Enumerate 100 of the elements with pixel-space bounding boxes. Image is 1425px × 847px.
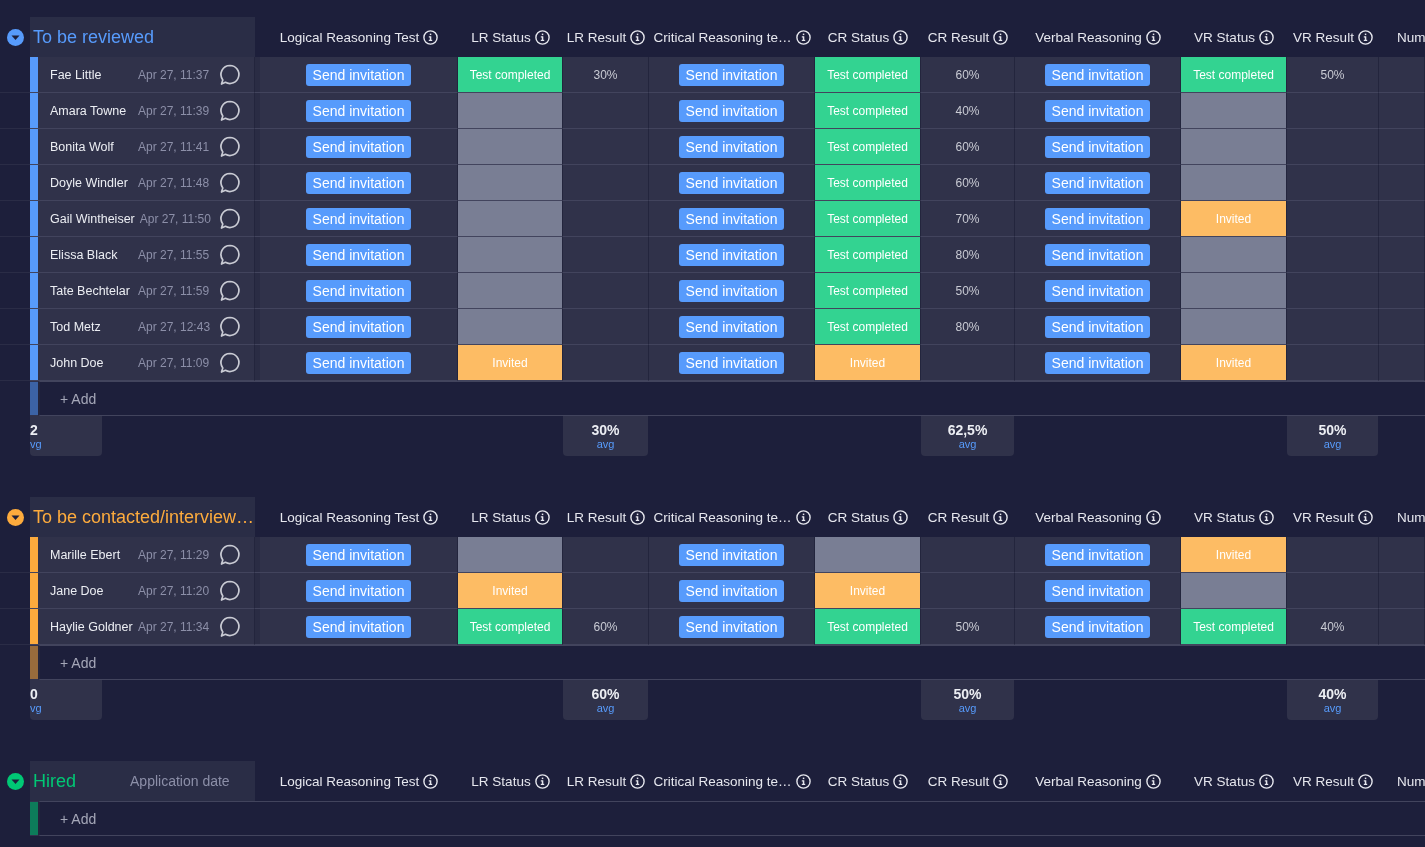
info-icon[interactable] [1357, 773, 1373, 789]
item-name[interactable]: Bonita Wolf [50, 139, 133, 154]
send-invitation-button[interactable]: Send invitation [678, 243, 785, 266]
add-item-link[interactable]: + Add [60, 390, 97, 407]
info-icon[interactable] [893, 29, 909, 45]
send-invitation-button[interactable]: Send invitation [678, 99, 785, 122]
comment-icon[interactable] [218, 206, 242, 231]
item-name[interactable]: Fae Little [50, 67, 133, 82]
info-icon[interactable] [993, 29, 1009, 45]
comment-icon[interactable] [218, 170, 242, 195]
send-invitation-button[interactable]: Send invitation [1044, 543, 1151, 566]
send-invitation-button[interactable]: Send invitation [1044, 615, 1151, 638]
info-icon[interactable] [893, 773, 909, 789]
info-icon[interactable] [534, 509, 550, 525]
item-name[interactable]: Tate Bechtelar [50, 283, 133, 298]
send-invitation-button[interactable]: Send invitation [678, 351, 785, 374]
add-item-link[interactable]: + Add [60, 810, 97, 827]
group-title[interactable]: To be reviewed [33, 26, 155, 48]
send-invitation-button[interactable]: Send invitation [1044, 99, 1151, 122]
send-invitation-button[interactable]: Send invitation [1044, 135, 1151, 158]
comment-icon[interactable] [218, 314, 242, 339]
send-invitation-button[interactable]: Send invitation [305, 315, 412, 338]
info-icon[interactable] [993, 509, 1009, 525]
comment-icon[interactable] [218, 134, 242, 159]
item-name[interactable]: Gail Wintheiser [50, 211, 135, 226]
info-icon[interactable] [795, 29, 811, 45]
item-name[interactable]: Tod Metz [50, 319, 133, 334]
send-invitation-button[interactable]: Send invitation [1044, 63, 1151, 86]
send-invitation-button[interactable]: Send invitation [305, 99, 412, 122]
send-invitation-button[interactable]: Send invitation [305, 207, 412, 230]
send-invitation-button[interactable]: Send invitation [1044, 315, 1151, 338]
comment-icon[interactable] [218, 350, 242, 375]
column-header: Num [1397, 29, 1425, 45]
comment-icon[interactable] [218, 578, 242, 603]
item-name[interactable]: Amara Towne [50, 103, 133, 118]
comment-icon[interactable] [218, 614, 242, 639]
send-invitation-button[interactable]: Send invitation [1044, 579, 1151, 602]
send-invitation-button[interactable]: Send invitation [678, 543, 785, 566]
send-invitation-button[interactable]: Send invitation [305, 579, 412, 602]
info-icon[interactable] [423, 773, 439, 789]
date-text: Apr 27, 11:48 [138, 175, 210, 190]
group-title[interactable]: To be contacted/interview… [33, 506, 255, 528]
date-text: Apr 27, 11:50 [139, 211, 211, 226]
send-invitation-button[interactable]: Send invitation [305, 135, 412, 158]
group-title[interactable]: Hired [33, 770, 76, 792]
send-invitation-button[interactable]: Send invitation [305, 543, 412, 566]
send-invitation-button[interactable]: Send invitation [1044, 243, 1151, 266]
info-icon[interactable] [423, 29, 439, 45]
item-name[interactable]: Elissa Black [50, 247, 133, 262]
info-icon[interactable] [1145, 509, 1161, 525]
send-invitation-button[interactable]: Send invitation [305, 615, 412, 638]
info-icon[interactable] [1357, 509, 1373, 525]
info-icon[interactable] [993, 773, 1009, 789]
send-invitation-button[interactable]: Send invitation [305, 243, 412, 266]
info-icon[interactable] [1145, 29, 1161, 45]
send-invitation-button[interactable]: Send invitation [305, 351, 412, 374]
item-name[interactable]: Jane Doe [50, 583, 133, 598]
comment-icon[interactable] [218, 278, 242, 303]
info-icon[interactable] [1258, 509, 1274, 525]
info-icon[interactable] [630, 509, 646, 525]
send-invitation-button[interactable]: Send invitation [305, 171, 412, 194]
send-invitation-button[interactable]: Send invitation [678, 171, 785, 194]
collapse-icon[interactable] [6, 772, 24, 790]
item-name[interactable]: Haylie Goldner [50, 619, 133, 634]
info-icon[interactable] [893, 509, 909, 525]
send-invitation-button[interactable]: Send invitation [678, 63, 785, 86]
info-icon[interactable] [1258, 773, 1274, 789]
column-header: VR Result [1293, 29, 1354, 45]
send-invitation-button[interactable]: Send invitation [1044, 351, 1151, 374]
collapse-icon[interactable] [6, 28, 24, 46]
collapse-icon[interactable] [6, 508, 24, 526]
send-invitation-button[interactable]: Send invitation [678, 279, 785, 302]
info-icon[interactable] [1145, 773, 1161, 789]
send-invitation-button[interactable]: Send invitation [678, 135, 785, 158]
info-icon[interactable] [630, 773, 646, 789]
info-icon[interactable] [423, 509, 439, 525]
info-icon[interactable] [534, 29, 550, 45]
item-name[interactable]: John Doe [50, 355, 133, 370]
info-icon[interactable] [795, 773, 811, 789]
item-name[interactable]: Doyle Windler [50, 175, 133, 190]
send-invitation-button[interactable]: Send invitation [678, 615, 785, 638]
send-invitation-button[interactable]: Send invitation [305, 279, 412, 302]
info-icon[interactable] [534, 773, 550, 789]
send-invitation-button[interactable]: Send invitation [305, 63, 412, 86]
comment-icon[interactable] [218, 62, 242, 87]
send-invitation-button[interactable]: Send invitation [1044, 171, 1151, 194]
comment-icon[interactable] [218, 542, 242, 567]
info-icon[interactable] [795, 509, 811, 525]
comment-icon[interactable] [218, 242, 242, 267]
info-icon[interactable] [630, 29, 646, 45]
send-invitation-button[interactable]: Send invitation [678, 315, 785, 338]
send-invitation-button[interactable]: Send invitation [1044, 279, 1151, 302]
info-icon[interactable] [1357, 29, 1373, 45]
add-item-link[interactable]: + Add [60, 654, 97, 671]
info-icon[interactable] [1258, 29, 1274, 45]
item-name[interactable]: Marille Ebert [50, 547, 133, 562]
send-invitation-button[interactable]: Send invitation [678, 207, 785, 230]
comment-icon[interactable] [218, 98, 242, 123]
send-invitation-button[interactable]: Send invitation [678, 579, 785, 602]
send-invitation-button[interactable]: Send invitation [1044, 207, 1151, 230]
